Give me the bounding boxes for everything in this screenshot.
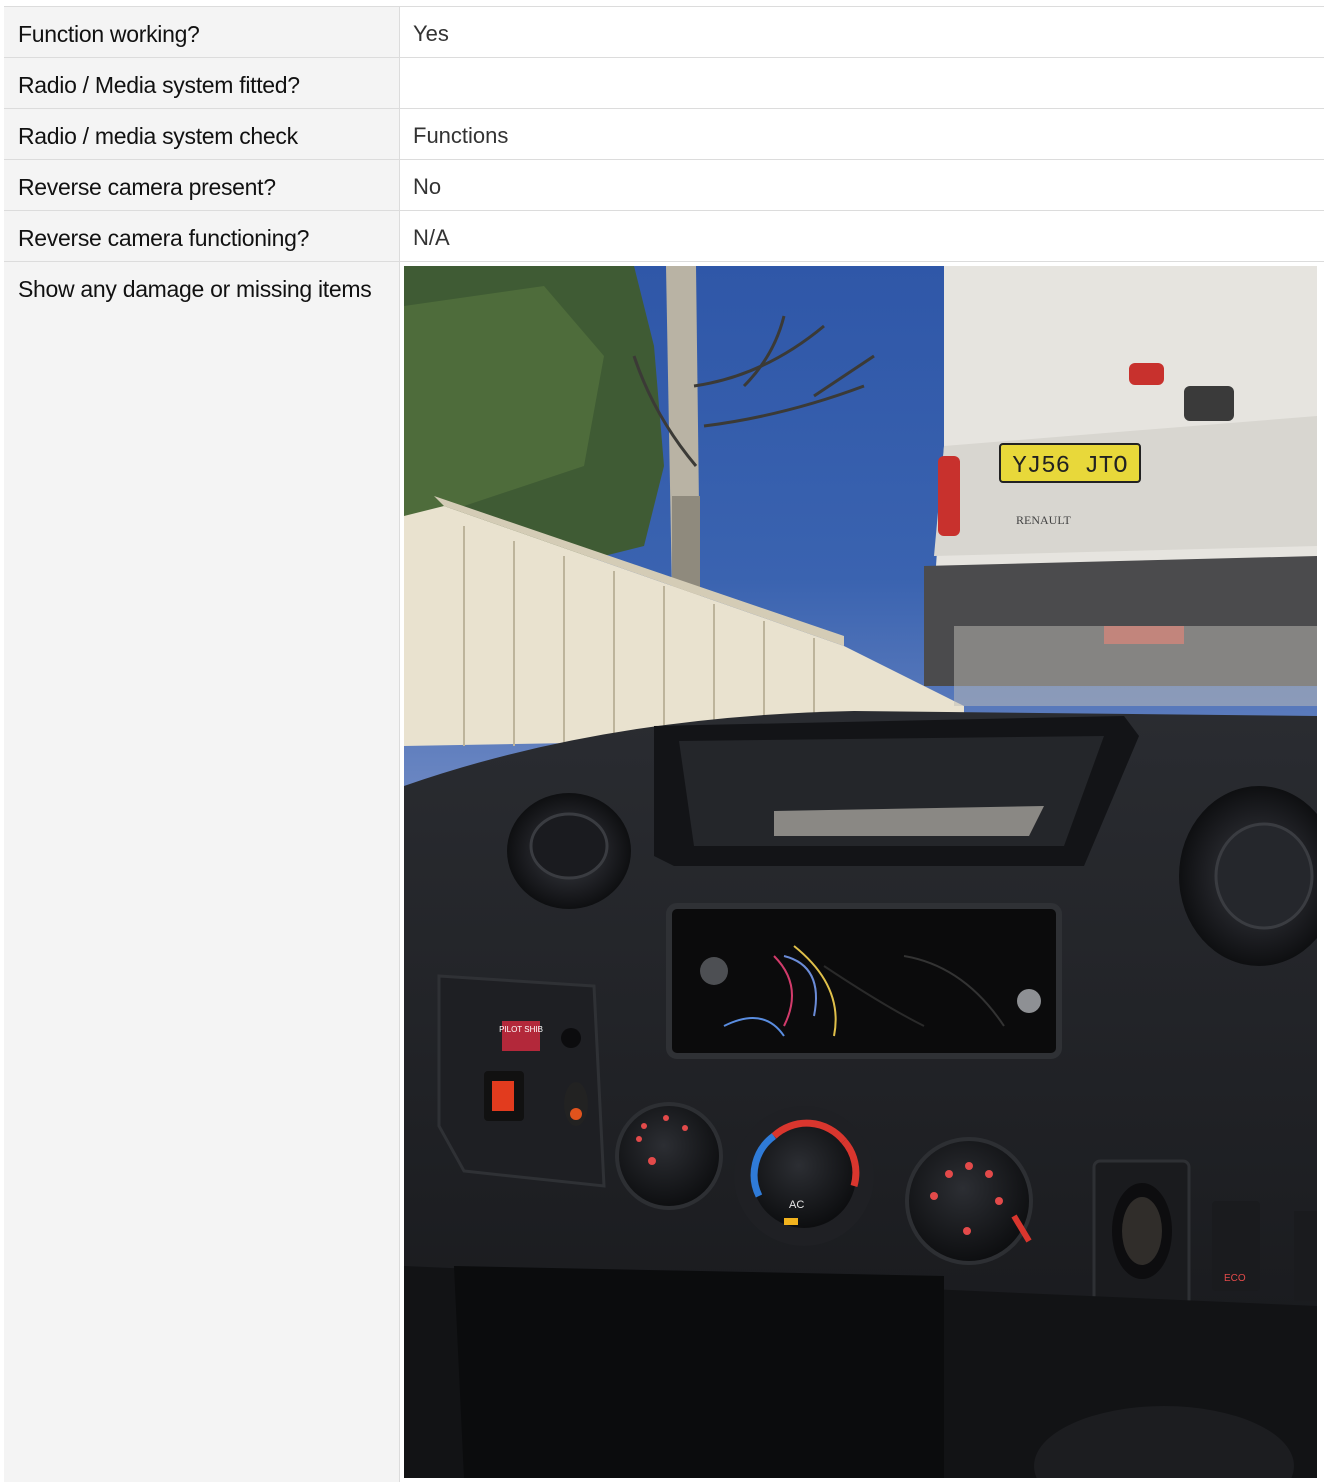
row-label: Reverse camera present? bbox=[4, 160, 400, 210]
ac-label: AC bbox=[789, 1199, 804, 1211]
row-value: Yes bbox=[400, 7, 1324, 57]
table-row-photo: Show any damage or missing items YJ56 JT… bbox=[4, 262, 1324, 1482]
row-label: Show any damage or missing items bbox=[4, 262, 400, 1482]
row-label: Reverse camera functioning? bbox=[4, 211, 400, 261]
eco-label: ECO bbox=[1224, 1273, 1246, 1284]
row-label: Function working? bbox=[4, 7, 400, 57]
row-value bbox=[400, 58, 1324, 108]
table-row: Function working? Yes bbox=[4, 7, 1324, 58]
row-value: N/A bbox=[400, 211, 1324, 261]
row-label: Radio / Media system fitted? bbox=[4, 58, 400, 108]
inspection-table: Function working? Yes Radio / Media syst… bbox=[4, 6, 1324, 1482]
table-row: Radio / Media system fitted? bbox=[4, 58, 1324, 109]
plate-text: YJ56 JTO bbox=[1012, 453, 1127, 480]
badge-text: RENAULT bbox=[1016, 513, 1072, 527]
table-row: Reverse camera present? No bbox=[4, 160, 1324, 211]
row-value: Functions bbox=[400, 109, 1324, 159]
damage-photo[interactable]: YJ56 JTO RENAULT PILOT SHIB AC ECO bbox=[404, 266, 1317, 1478]
row-label: Radio / media system check bbox=[4, 109, 400, 159]
table-row: Reverse camera functioning? N/A bbox=[4, 211, 1324, 262]
sticker-text: PILOT SHIB bbox=[499, 1025, 543, 1034]
photo-cell: YJ56 JTO RENAULT PILOT SHIB AC ECO bbox=[400, 262, 1324, 1482]
row-value: No bbox=[400, 160, 1324, 210]
table-row: Radio / media system check Functions bbox=[4, 109, 1324, 160]
